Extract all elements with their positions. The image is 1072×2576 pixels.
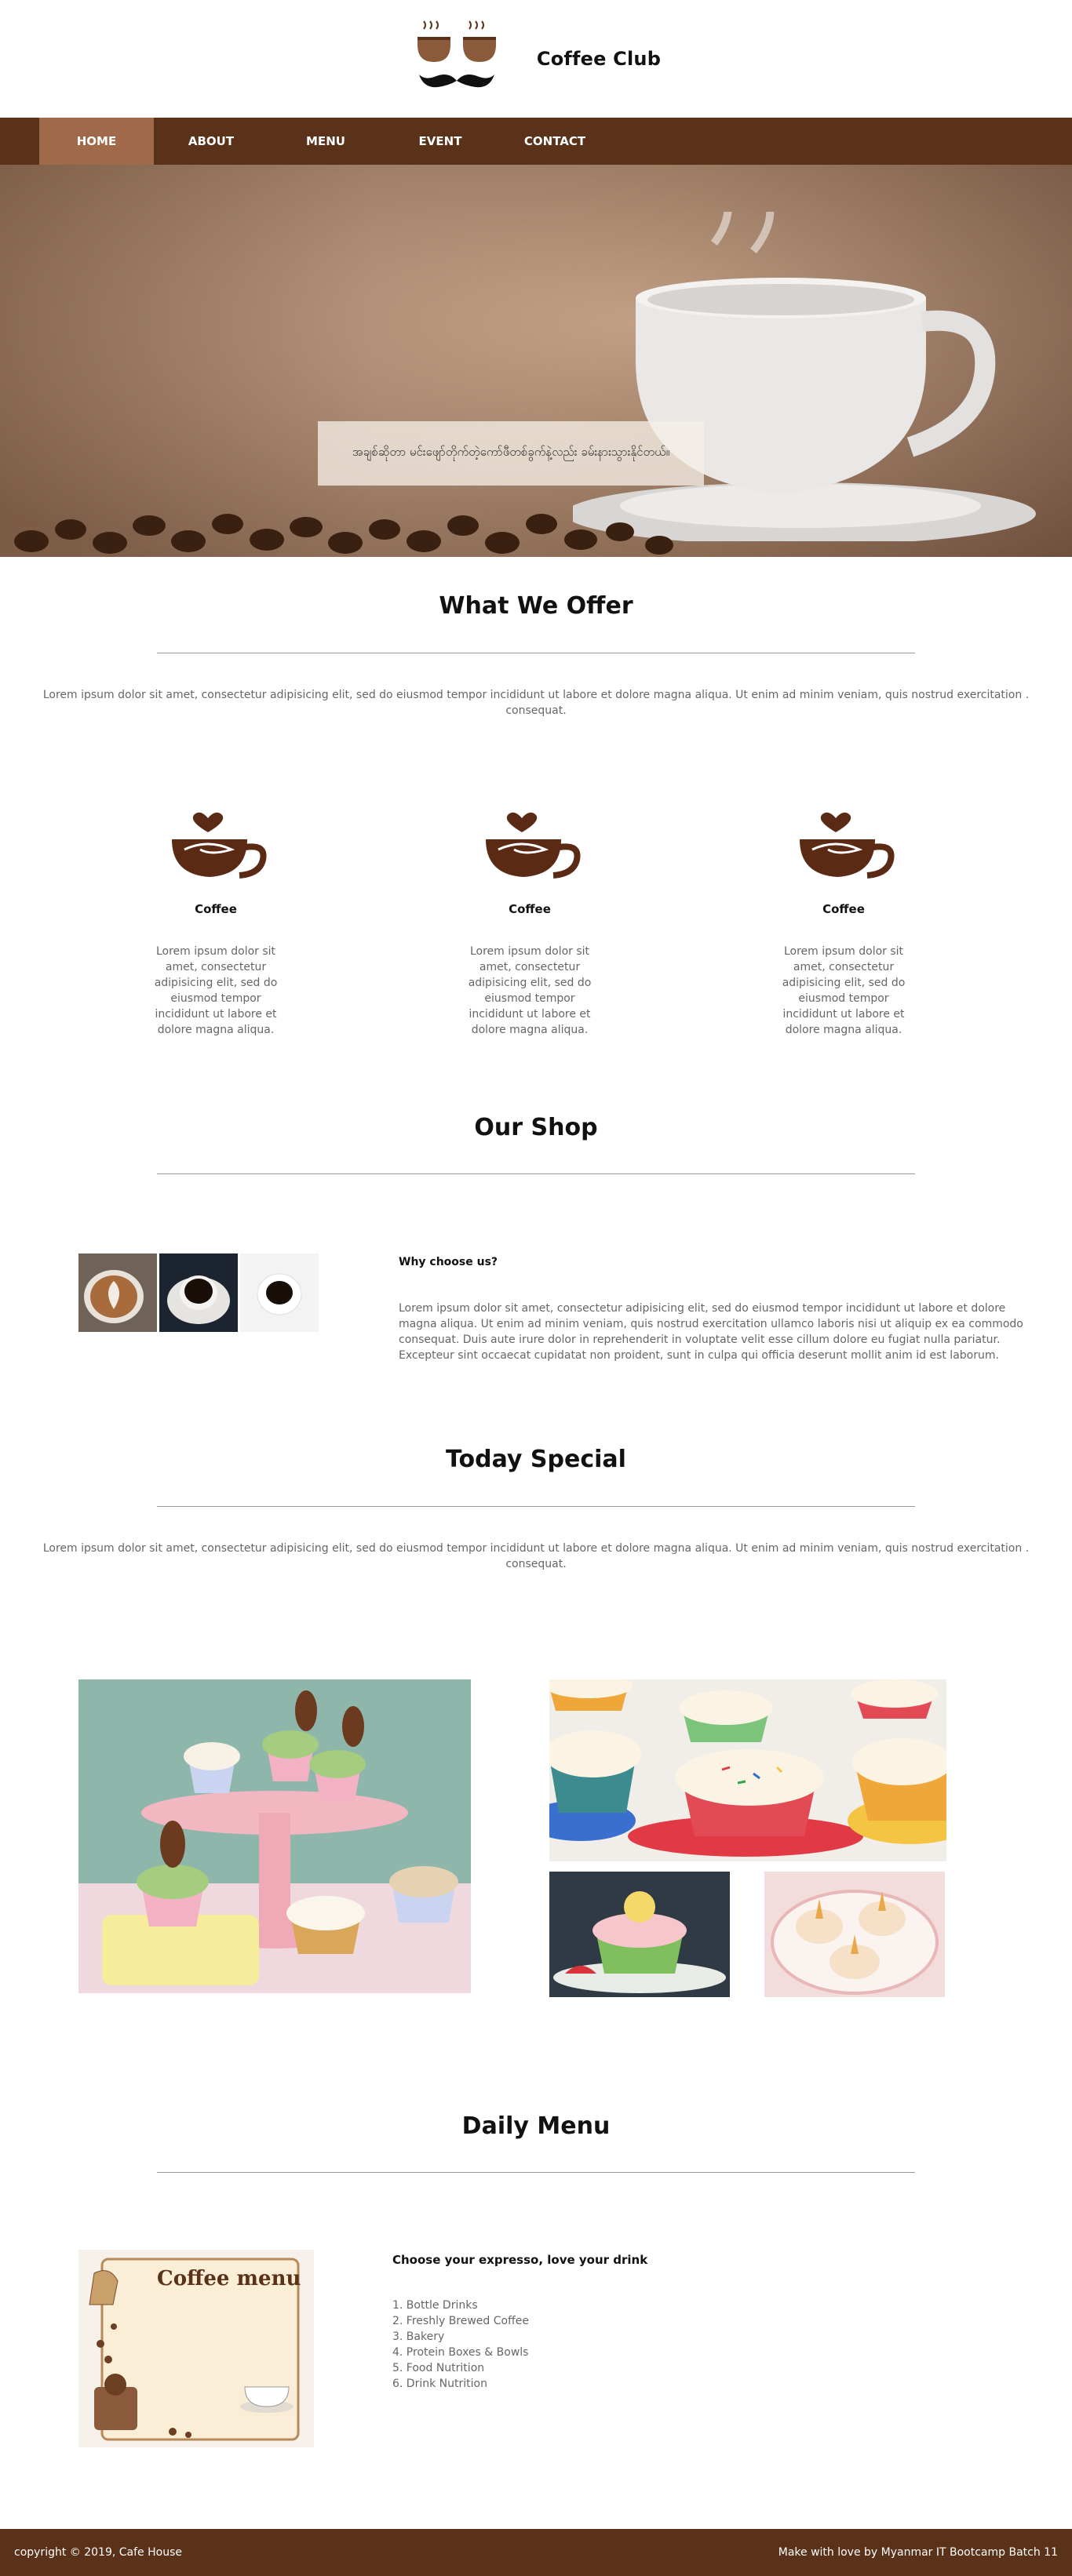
offer-intro-text: Lorem ipsum dolor sit amet, consectetur … — [42, 689, 1030, 717]
list-item: 3. Bakery — [392, 2330, 445, 2343]
menu-card-title: Coffee menu — [157, 2267, 301, 2290]
section-title-today-special: Today Special — [446, 1446, 626, 1473]
unicorn-cupcakes-image[interactable] — [764, 1872, 945, 1997]
section-divider — [157, 1506, 915, 1507]
copyright-text: copyright © 2019, Cafe House — [14, 2546, 182, 2559]
coffee-club-logo-icon[interactable] — [411, 20, 505, 98]
feature-card: Coffee Lorem ipsum dolor sit amet, conse… — [149, 804, 283, 1038]
daily-menu-list: 1. Bottle Drinks 2. Freshly Brewed Coffe… — [392, 2298, 529, 2392]
section-title-what-we-offer: What We Offer — [439, 592, 633, 620]
feature-card: Coffee Lorem ipsum dolor sit amet, conse… — [463, 804, 596, 1038]
coffee-beans-image — [14, 514, 673, 555]
section-title-our-shop: Our Shop — [474, 1114, 598, 1141]
site-title: Coffee Club — [536, 48, 662, 70]
daily-menu-heading: Choose your expresso, love your drink — [392, 2253, 648, 2267]
nav-item-contact[interactable]: CONTACT — [498, 118, 612, 165]
hero-caption: အချစ်ဆိုတာ မင်းဖျော်တိုက်တဲ့ကော်ဖီတစ်ခွက… — [318, 421, 704, 486]
nav-item-event[interactable]: EVENT — [383, 118, 498, 165]
coffee-cup-heart-icon — [800, 812, 895, 879]
page: Coffee Club HOME ABOUT MENU EVENT CONTAC… — [0, 0, 1072, 2576]
feature-description: Lorem ipsum dolor sit amet, consectetur … — [468, 945, 592, 1036]
sprinkle-cupcakes-image[interactable] — [549, 1679, 946, 1861]
nav-item-menu[interactable]: MENU — [268, 118, 383, 165]
main-nav: HOME ABOUT MENU EVENT CONTACT — [0, 118, 1072, 165]
coffee-menu-card-image[interactable]: Coffee menu — [78, 2250, 314, 2447]
latte-art-image[interactable] — [78, 1253, 157, 1332]
feature-name: Coffee — [195, 902, 237, 916]
feature-name: Coffee — [509, 902, 551, 916]
strawberry-cupcake-image[interactable] — [549, 1872, 730, 1997]
hero-banner: အချစ်ဆိုတာ မင်းဖျော်တိုက်တဲ့ကော်ဖီတစ်ခွက… — [0, 165, 1072, 557]
black-coffee-image[interactable] — [240, 1253, 319, 1332]
feature-name: Coffee — [822, 902, 865, 916]
feature-description: Lorem ipsum dolor sit amet, consectetur … — [782, 945, 906, 1036]
espresso-cup-image[interactable] — [159, 1253, 238, 1332]
coffee-cup-heart-icon — [486, 812, 581, 879]
list-item: 5. Food Nutrition — [392, 2362, 485, 2374]
why-choose-us-heading: Why choose us? — [399, 1256, 498, 1268]
site-footer: copyright © 2019, Cafe House Make with l… — [0, 2529, 1072, 2576]
list-item: 2. Freshly Brewed Coffee — [392, 2315, 529, 2327]
nav-item-home[interactable]: HOME — [39, 118, 154, 165]
section-divider — [157, 2172, 915, 2173]
site-header: Coffee Club — [0, 0, 1072, 118]
list-item: 4. Protein Boxes & Bowls — [392, 2346, 529, 2359]
easter-cupcakes-image[interactable] — [78, 1679, 471, 1993]
list-item: 6. Drink Nutrition — [392, 2378, 487, 2390]
nav-item-about[interactable]: ABOUT — [154, 118, 268, 165]
credit-text: Make with love by Myanmar IT Bootcamp Ba… — [778, 2546, 1058, 2559]
shop-gallery — [78, 1253, 319, 1332]
feature-description: Lorem ipsum dolor sit amet, consectetur … — [154, 945, 278, 1036]
feature-card: Coffee Lorem ipsum dolor sit amet, conse… — [777, 804, 910, 1038]
coffee-cup-heart-icon — [172, 812, 267, 879]
why-choose-us-text: Lorem ipsum dolor sit amet, consectetur … — [399, 1302, 1023, 1362]
special-intro-text: Lorem ipsum dolor sit amet, consectetur … — [42, 1542, 1030, 1570]
section-title-daily-menu: Daily Menu — [461, 2112, 611, 2140]
list-item: 1. Bottle Drinks — [392, 2299, 478, 2312]
section-divider — [157, 1173, 915, 1174]
